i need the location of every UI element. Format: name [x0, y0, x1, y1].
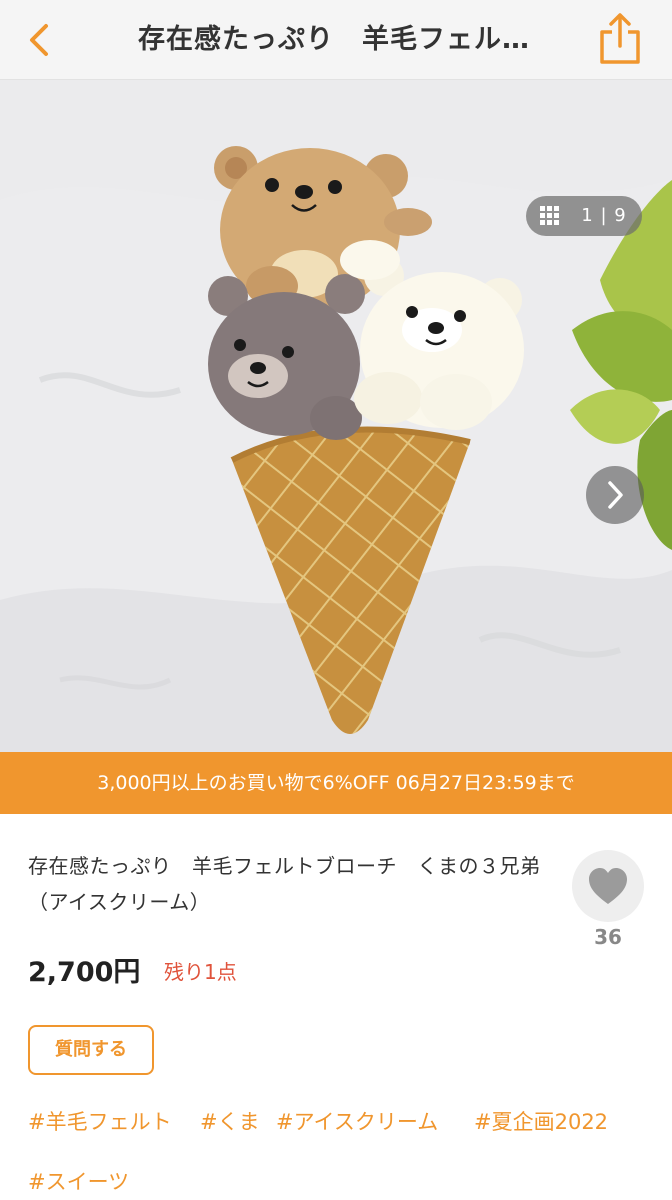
- next-image-button[interactable]: [586, 466, 644, 524]
- top-navigation-bar: 存在感たっぷり 羊毛フェル…: [0, 0, 672, 80]
- product-price: 2,700円: [28, 957, 141, 988]
- tag-link[interactable]: #くま: [200, 1106, 260, 1136]
- tag-link[interactable]: #アイスクリーム: [276, 1106, 438, 1136]
- image-counter-text: 1 | 9: [581, 205, 627, 226]
- favorite-count: 36: [594, 925, 622, 949]
- share-icon: [600, 13, 640, 64]
- back-button[interactable]: [18, 18, 62, 62]
- heart-icon: [589, 868, 627, 904]
- product-image-gallery[interactable]: 1 | 9: [0, 80, 672, 752]
- product-title: 存在感たっぷり 羊毛フェルトブローチ くまの３兄弟（アイスクリーム）: [28, 854, 541, 914]
- favorite-button[interactable]: [572, 850, 644, 922]
- ask-question-button[interactable]: 質問する: [28, 1025, 154, 1075]
- chevron-left-icon: [30, 24, 48, 56]
- product-photo: [0, 80, 672, 752]
- tag-link[interactable]: #羊毛フェルト: [28, 1106, 172, 1136]
- chevron-right-icon: [608, 481, 623, 509]
- tag-link[interactable]: #夏企画2022: [474, 1106, 608, 1136]
- share-button[interactable]: [594, 10, 646, 68]
- tag-link[interactable]: #スイーツ: [28, 1166, 129, 1196]
- page-title: 存在感たっぷり 羊毛フェル…: [138, 24, 530, 55]
- image-counter[interactable]: 1 | 9: [526, 196, 642, 236]
- grid-icon: [540, 206, 559, 225]
- promo-banner: 3,000円以上のお買い物で6%OFF 06月27日23:59まで: [0, 752, 672, 814]
- stock-remaining: 残り1点: [164, 960, 237, 984]
